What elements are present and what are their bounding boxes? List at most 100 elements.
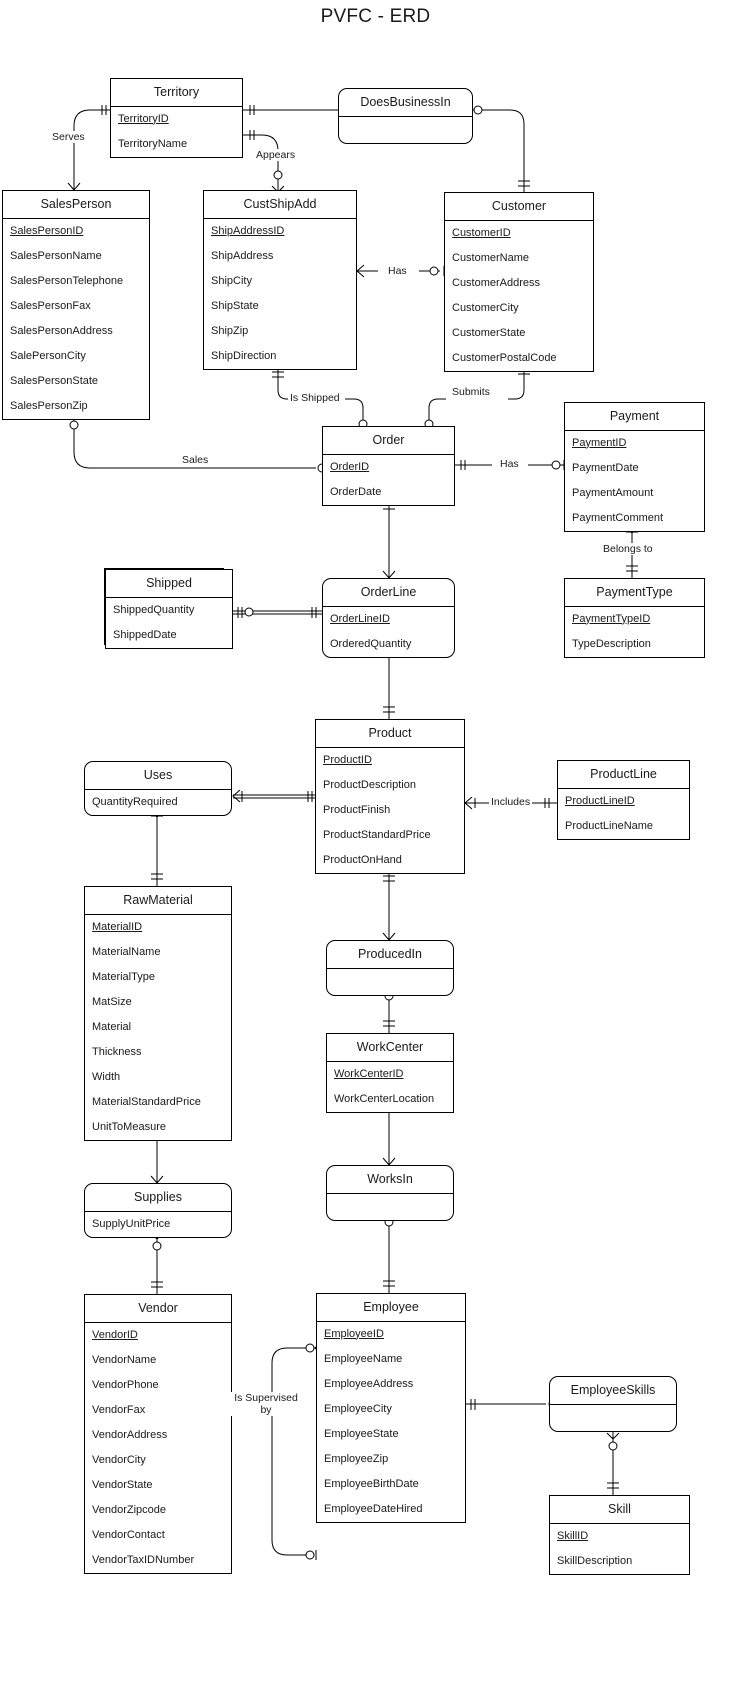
entity-name: Product: [316, 720, 464, 748]
attribute: VendorTaxIDNumber: [92, 1553, 195, 1566]
entity-productline[interactable]: ProductLine ProductLineID ProductLineNam…: [557, 760, 690, 840]
attribute: ProductOnHand: [323, 853, 402, 866]
attribute: VendorState: [92, 1478, 153, 1491]
entity-name: Employee: [317, 1294, 465, 1322]
relationship-label-submits: Submits: [450, 386, 492, 399]
attribute: Material: [92, 1020, 132, 1033]
attribute-list: EmployeeID EmployeeName EmployeeAddress …: [317, 1322, 465, 1522]
relationship-label-serves: Serves: [50, 131, 87, 144]
attribute: EmployeeState: [324, 1427, 399, 1440]
entity-name: SalesPerson: [3, 191, 149, 219]
attribute: Width: [92, 1070, 121, 1083]
entity-custshipadd[interactable]: CustShipAdd ShipAddressID ShipAddress Sh…: [203, 190, 357, 370]
attribute: ShipCity: [211, 274, 252, 287]
attribute-list: CustomerID CustomerName CustomerAddress …: [445, 221, 593, 371]
attribute-list: MaterialID MaterialName MaterialType Mat…: [85, 915, 231, 1140]
entity-name: Customer: [445, 193, 593, 221]
attribute: MaterialType: [92, 970, 155, 983]
relationship-label-includes: Includes: [489, 796, 533, 809]
page-title: PVFC - ERD: [320, 6, 431, 27]
entity-uses[interactable]: Uses QuantityRequired: [84, 761, 232, 816]
entity-employee[interactable]: Employee EmployeeID EmployeeName Employe…: [316, 1293, 466, 1523]
attribute: WorkCenterID: [334, 1067, 404, 1080]
attribute-list: ShipAddressID ShipAddress ShipCity ShipS…: [204, 219, 356, 369]
attribute: TypeDescription: [572, 637, 651, 650]
attribute: VendorZipcode: [92, 1503, 166, 1516]
entity-skill[interactable]: Skill SkillID SkillDescription: [549, 1495, 690, 1575]
attribute: EmployeeAddress: [324, 1377, 414, 1390]
attribute: SalePersonCity: [10, 349, 86, 362]
entity-supplies[interactable]: Supplies SupplyUnitPrice: [84, 1183, 232, 1238]
attribute: EmployeeCity: [324, 1402, 392, 1415]
attribute: ShippedDate: [113, 628, 177, 641]
relationship-label-is-shipped: Is Shipped: [288, 392, 342, 405]
attribute: ShippedQuantity: [113, 603, 195, 616]
attribute-list: PaymentID PaymentDate PaymentAmount Paym…: [565, 431, 704, 531]
entity-name: ProductLine: [558, 761, 689, 789]
attribute: VendorAddress: [92, 1428, 168, 1441]
attribute: EmployeeName: [324, 1352, 403, 1365]
attribute: SalesPersonID: [10, 224, 84, 237]
relationship-label-belongs-to: Belongs to: [601, 543, 655, 556]
entity-territory[interactable]: Territory TerritoryID TerritoryName: [110, 78, 243, 158]
entity-payment[interactable]: Payment PaymentID PaymentDate PaymentAmo…: [564, 402, 705, 532]
attribute: TerritoryName: [118, 137, 188, 150]
relationship-label-is-supervised-by: Is Supervised by: [231, 1392, 301, 1417]
attribute-list: SkillID SkillDescription: [550, 1524, 689, 1574]
entity-employeeskills[interactable]: EmployeeSkills: [549, 1376, 677, 1432]
entity-customer[interactable]: Customer CustomerID CustomerName Custome…: [444, 192, 594, 372]
entity-shipped[interactable]: Shipped ShippedQuantity ShippedDate: [105, 569, 233, 649]
attribute: TerritoryID: [118, 112, 169, 125]
attribute: ProductID: [323, 753, 372, 766]
entity-rawmaterial[interactable]: RawMaterial MaterialID MaterialName Mate…: [84, 886, 232, 1141]
attribute: VendorContact: [92, 1528, 165, 1541]
entity-name: WorksIn: [327, 1166, 453, 1194]
attribute: CustomerPostalCode: [452, 351, 557, 364]
attribute: ProductStandardPrice: [323, 828, 431, 841]
entity-name: Payment: [565, 403, 704, 431]
attribute: ProductDescription: [323, 778, 416, 791]
attribute-list: ProductID ProductDescription ProductFini…: [316, 748, 464, 873]
entity-product[interactable]: Product ProductID ProductDescription Pro…: [315, 719, 465, 874]
attribute-list: [339, 117, 472, 143]
attribute-list: SalesPersonID SalesPersonName SalesPerso…: [3, 219, 149, 419]
entity-name: Uses: [85, 762, 231, 790]
attribute: ShipDirection: [211, 349, 277, 362]
attribute-list: PaymentTypeID TypeDescription: [565, 607, 704, 657]
attribute-list: TerritoryID TerritoryName: [111, 107, 242, 157]
relationship-label-appears: Appears: [254, 149, 298, 162]
attribute: ShipState: [211, 299, 259, 312]
attribute-list: ProductLineID ProductLineName: [558, 789, 689, 839]
entity-order[interactable]: Order OrderID OrderDate: [322, 426, 455, 506]
attribute: CustomerAddress: [452, 276, 541, 289]
entity-vendor[interactable]: Vendor VendorID VendorName VendorPhone V…: [84, 1294, 232, 1574]
attribute: Thickness: [92, 1045, 142, 1058]
entity-orderline[interactable]: OrderLine OrderLineID OrderedQuantity: [322, 578, 455, 658]
entity-workcenter[interactable]: WorkCenter WorkCenterID WorkCenterLocati…: [326, 1033, 454, 1113]
entity-worksin[interactable]: WorksIn: [326, 1165, 454, 1221]
attribute: MaterialName: [92, 945, 161, 958]
entity-name: Shipped: [106, 570, 232, 598]
entity-name: Supplies: [85, 1184, 231, 1212]
attribute: OrderID: [330, 460, 370, 473]
entity-paymenttype[interactable]: PaymentType PaymentTypeID TypeDescriptio…: [564, 578, 705, 658]
entity-name: CustShipAdd: [204, 191, 356, 219]
entity-name: Order: [323, 427, 454, 455]
attribute: PaymentID: [572, 436, 627, 449]
entity-name: ProducedIn: [327, 941, 453, 969]
attribute: VendorCity: [92, 1453, 146, 1466]
entity-does-business-in[interactable]: DoesBusinessIn: [338, 88, 473, 144]
attribute: EmployeeBirthDate: [324, 1477, 419, 1490]
attribute: OrderedQuantity: [330, 637, 412, 650]
attribute: PaymentTypeID: [572, 612, 651, 625]
entity-name: EmployeeSkills: [550, 1377, 676, 1405]
attribute: UnitToMeasure: [92, 1120, 166, 1133]
entity-salesperson[interactable]: SalesPerson SalesPersonID SalesPersonNam…: [2, 190, 150, 420]
attribute: PaymentDate: [572, 461, 639, 474]
attribute: VendorName: [92, 1353, 157, 1366]
relationship-label-sales: Sales: [180, 454, 211, 467]
attribute-list: ShippedQuantity ShippedDate: [106, 598, 232, 648]
entity-producedin[interactable]: ProducedIn: [326, 940, 454, 996]
attribute: SalesPersonAddress: [10, 324, 113, 337]
attribute: SupplyUnitPrice: [92, 1217, 171, 1230]
